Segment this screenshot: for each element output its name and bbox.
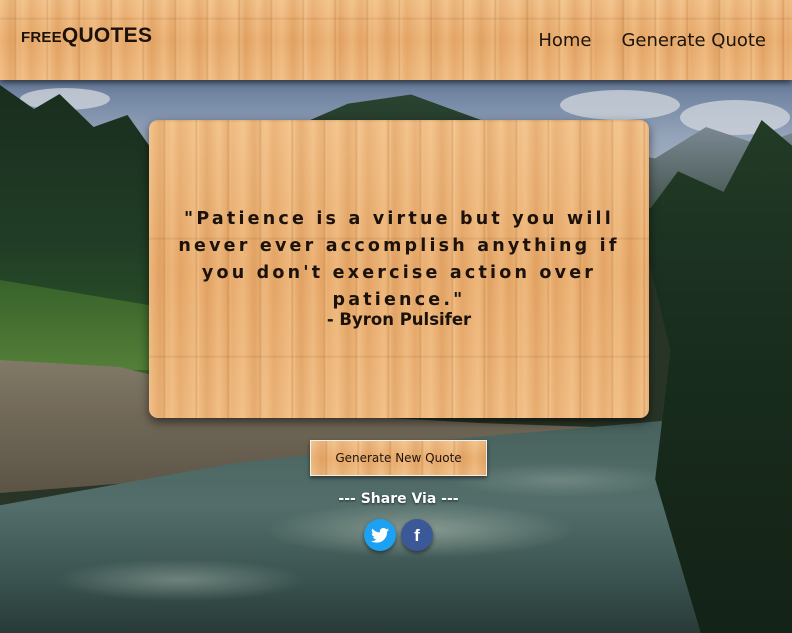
generate-new-quote-button[interactable]: Generate New Quote <box>310 440 487 476</box>
facebook-icon: f <box>414 525 420 545</box>
quote-text: "Patience is a virtue but you will never… <box>178 209 620 310</box>
logo-prefix: FREE <box>21 29 62 46</box>
facebook-share-button[interactable]: f <box>401 519 433 551</box>
quote-card: "Patience is a virtue but you will never… <box>149 120 649 418</box>
top-navbar: FREE QUOTES Home Generate Quote <box>0 0 792 80</box>
quote-author: - Byron Pulsifer <box>326 310 472 329</box>
share-via-label: --- Share Via --- <box>338 491 459 507</box>
logo-main: QUOTES <box>61 24 153 47</box>
nav-generate-quote-link[interactable]: Generate Quote <box>621 30 766 51</box>
main-nav: Home Generate Quote <box>538 30 766 51</box>
twitter-icon <box>371 527 389 543</box>
site-logo[interactable]: FREE QUOTES <box>21 24 152 48</box>
twitter-share-button[interactable] <box>364 519 396 551</box>
nav-home-link[interactable]: Home <box>538 30 591 51</box>
